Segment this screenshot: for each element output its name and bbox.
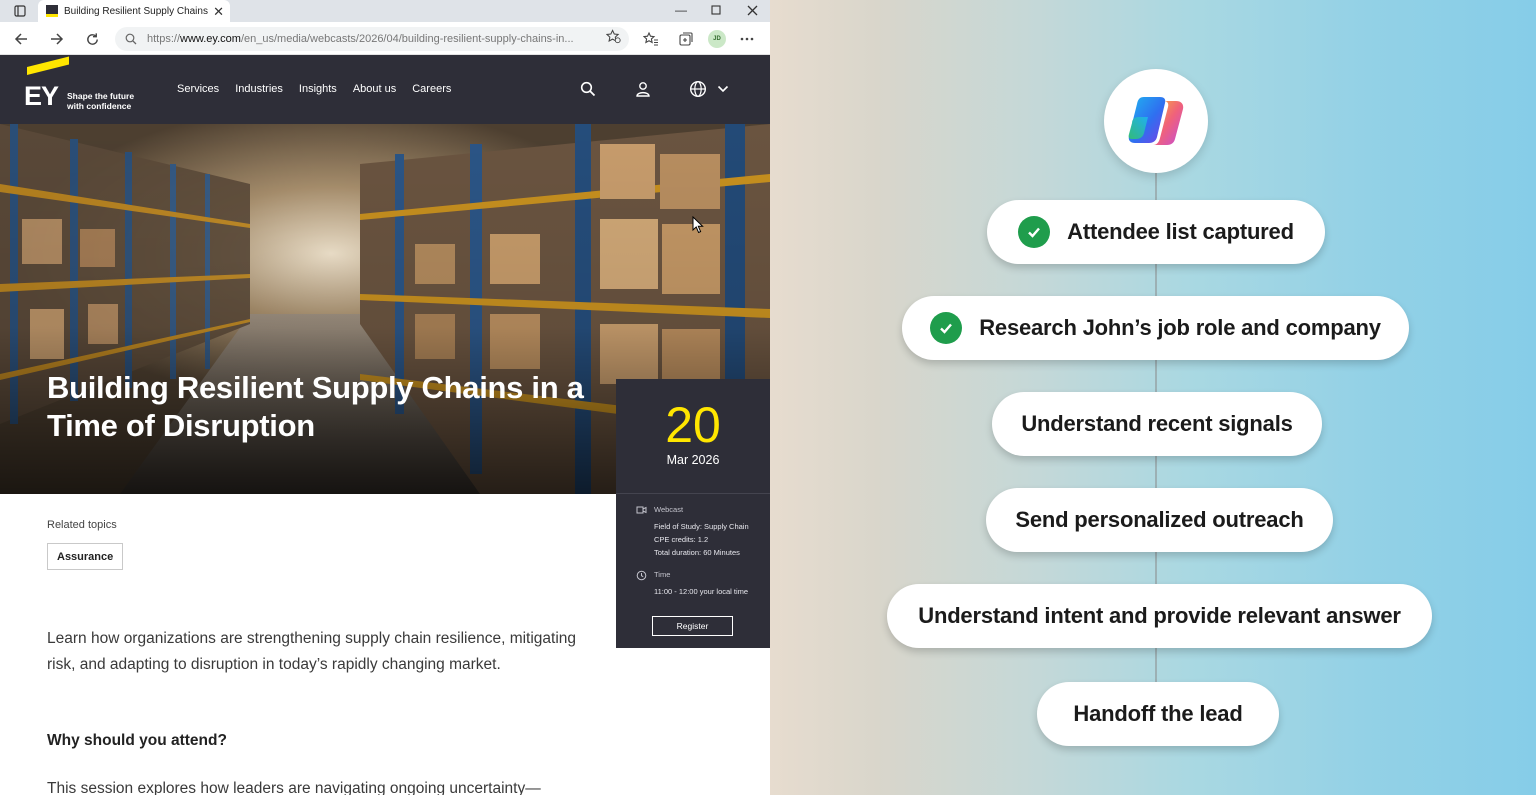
- chevron-down-icon[interactable]: [711, 77, 735, 101]
- date-block: 20 Mar 2026: [616, 379, 770, 494]
- forward-arrow-icon[interactable]: [45, 28, 69, 50]
- url-text: https://www.ey.com/en_us/media/webcasts/…: [147, 33, 574, 45]
- nav-careers[interactable]: Careers: [412, 83, 451, 95]
- event-type-label: Webcast: [654, 505, 684, 514]
- workflow-step-6: Handoff the lead: [1037, 682, 1279, 746]
- favorite-star-add-icon[interactable]: [605, 29, 621, 49]
- search-icon: [125, 33, 137, 45]
- related-topics-label: Related topics: [47, 519, 117, 531]
- nav-industries[interactable]: Industries: [235, 83, 283, 95]
- why-attend-heading: Why should you attend?: [47, 732, 227, 749]
- workflow-step-1: Attendee list captured: [987, 200, 1325, 264]
- copilot-logo: [1104, 69, 1208, 173]
- workflow-step-3: Understand recent signals: [992, 392, 1322, 456]
- cpe-credits: CPE credits: 1.2: [654, 535, 709, 544]
- event-month-year: Mar 2026: [666, 453, 720, 467]
- tab-title: Building Resilient Supply Chains i...: [64, 5, 210, 17]
- time-label: Time: [654, 570, 671, 579]
- event-day: 20: [665, 397, 721, 453]
- ey-favicon-icon: [46, 5, 58, 17]
- address-bar: https://www.ey.com/en_us/media/webcasts/…: [0, 22, 770, 55]
- ey-logo-letters: EY: [24, 81, 59, 111]
- minimize-icon[interactable]: —: [664, 0, 698, 20]
- event-type-row: Webcast: [636, 505, 683, 516]
- intro-paragraph: Learn how organizations are strengthenin…: [47, 630, 577, 673]
- profile-initials: JD: [708, 30, 726, 48]
- ey-tagline: Shape the future with confidence: [67, 91, 135, 111]
- maximize-icon[interactable]: [699, 0, 733, 20]
- site-header: EY Shape the future with confidence Serv…: [0, 55, 770, 124]
- step-label: Attendee list captured: [1067, 219, 1294, 244]
- site-search-icon[interactable]: [576, 77, 600, 101]
- step-label: Research John’s job role and company: [979, 315, 1381, 340]
- check-circle-icon: [1018, 216, 1051, 248]
- webcast-icon: [636, 506, 647, 514]
- agent-workflow-panel: Attendee list captured Research John’s j…: [770, 0, 1536, 795]
- step-label: Send personalized outreach: [1015, 507, 1304, 532]
- url-bar[interactable]: https://www.ey.com/en_us/media/webcasts/…: [115, 27, 629, 51]
- check-circle-icon: [930, 312, 963, 344]
- workflow-step-4: Send personalized outreach: [986, 488, 1333, 552]
- copilot-icon: [1128, 97, 1184, 145]
- nav-insights[interactable]: Insights: [299, 83, 337, 95]
- favorites-icon[interactable]: [639, 28, 663, 50]
- event-date-card: 20 Mar 2026 Webcast Field of Study: Supp…: [616, 379, 770, 648]
- field-of-study: Field of Study: Supply Chain: [654, 522, 749, 531]
- workflow-step-2: Research John’s job role and company: [902, 296, 1409, 360]
- tab-bar: Building Resilient Supply Chains i... ✕ …: [0, 0, 770, 22]
- ey-logo[interactable]: EY Shape the future with confidence: [24, 56, 144, 115]
- window-close-icon[interactable]: [735, 0, 769, 20]
- refresh-icon[interactable]: [80, 28, 104, 50]
- step-label: Handoff the lead: [1073, 701, 1243, 726]
- nav-about-us[interactable]: About us: [353, 83, 396, 95]
- total-duration: Total duration: 60 Minutes: [654, 548, 740, 557]
- topic-tag-assurance[interactable]: Assurance: [47, 543, 124, 570]
- hero-title: Building Resilient Supply Chains in a Ti…: [47, 370, 584, 443]
- register-button[interactable]: Register: [652, 616, 733, 636]
- browser-tab[interactable]: Building Resilient Supply Chains i... ✕: [38, 0, 230, 22]
- profile-avatar[interactable]: JD: [705, 28, 729, 50]
- more-options-icon[interactable]: [735, 28, 759, 50]
- user-account-icon[interactable]: [631, 77, 655, 101]
- globe-icon[interactable]: [686, 77, 710, 101]
- tab-actions-icon[interactable]: [6, 2, 34, 20]
- main-nav: Services Industries Insights About us Ca…: [177, 83, 467, 95]
- collections-icon[interactable]: [674, 28, 698, 50]
- ey-logo-beam: [27, 56, 69, 75]
- step-label: Understand intent and provide relevant a…: [918, 603, 1401, 628]
- workflow-step-5: Understand intent and provide relevant a…: [887, 584, 1432, 648]
- browser-window: Building Resilient Supply Chains i... ✕ …: [0, 0, 770, 795]
- step-label: Understand recent signals: [1021, 411, 1293, 436]
- session-paragraph: This session explores how leaders are na…: [47, 780, 541, 795]
- time-value: 11:00 - 12:00 your local time: [654, 587, 749, 596]
- nav-services[interactable]: Services: [177, 83, 219, 95]
- back-arrow-icon[interactable]: [9, 28, 33, 50]
- tab-close-icon[interactable]: ✕: [213, 5, 224, 18]
- clock-icon: [636, 570, 647, 581]
- mouse-cursor-icon: [692, 216, 704, 234]
- event-time-row: Time: [636, 570, 670, 581]
